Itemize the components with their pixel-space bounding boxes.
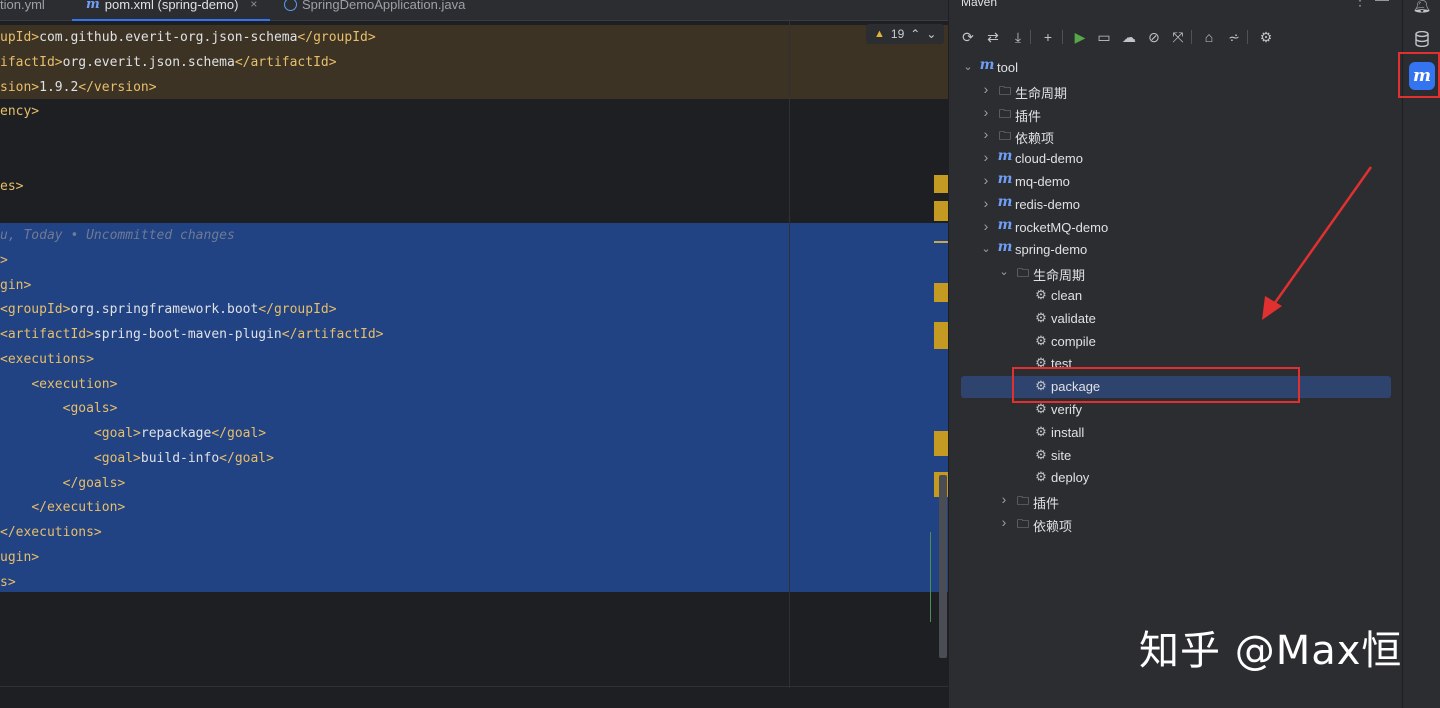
change-marker [934, 201, 948, 221]
tab-label: pom.xml (spring-demo) [104, 0, 239, 12]
xml-tag: </goals> [62, 475, 126, 491]
code-line[interactable]: ifactId>org.everit.json.schema</artifact… [0, 51, 948, 75]
warning-count: 19 [890, 27, 905, 41]
close-icon[interactable]: × [250, 0, 257, 11]
code-line[interactable]: gin> [0, 274, 948, 298]
change-marker [934, 283, 948, 302]
code-text: org.everit.json.schema [62, 54, 235, 70]
maven-tool-window: Maven ⋮ — ⟳⇄⤓+▶▭☁⊘⤧⌂⩫⚙ ⌄mtool›🗀︎生命周期›🗀︎插… [948, 0, 1403, 708]
xml-tag: gin> [0, 277, 32, 293]
xml-tag: </goal> [211, 426, 267, 441]
watermark: 知乎 @Max恒 [1139, 628, 1403, 674]
code-text: 1.9.2 [39, 79, 79, 95]
tab-pom-xml[interactable]: m pom.xml (spring-demo) × [86, 0, 257, 14]
xml-tag: </goal> [219, 450, 274, 466]
code-line[interactable]: <goals> [0, 397, 948, 421]
xml-tag: <goal> [93, 450, 141, 466]
xml-tag: <execution> [31, 376, 118, 392]
xml-tag: </executions> [0, 525, 102, 540]
xml-tag: </version> [78, 79, 157, 95]
code-line[interactable]: <execution> [0, 373, 948, 397]
change-marker [934, 322, 948, 349]
inspection-widget[interactable]: ▲ 19 ⌃ ⌄ [866, 24, 944, 44]
code-line[interactable]: u, Today • Uncommitted changes [0, 224, 948, 248]
code-editor[interactable]: upId>com.github.everit-org.json-schema</… [0, 0, 948, 708]
xml-tag: </groupId> [258, 302, 337, 318]
code-text: org.springframework.boot [70, 302, 259, 318]
xml-tag: <goal> [93, 426, 141, 441]
code-line[interactable]: <artifactId>spring-boot-maven-plugin</ar… [0, 323, 948, 347]
xml-tag: sion> [0, 79, 40, 95]
code-text: spring-boot-maven-plugin [93, 327, 282, 342]
code-line[interactable]: <groupId>org.springframework.boot</group… [0, 298, 948, 322]
code-line[interactable]: <executions> [0, 348, 948, 372]
tab-label: SpringDemoApplication.java [302, 0, 466, 12]
xml-tag: ugin> [0, 549, 40, 565]
code-line[interactable]: ency> [0, 100, 948, 124]
xml-tag: > [0, 252, 8, 268]
tab-spring-demo-application[interactable]: SpringDemoApplication.java [284, 0, 465, 14]
xml-tag: <executions> [0, 351, 94, 367]
xml-tag: s> [0, 574, 16, 590]
code-line[interactable]: </goals> [0, 472, 948, 496]
code-line[interactable]: upId>com.github.everit-org.json-schema</… [0, 26, 948, 50]
xml-tag: </artifactId> [281, 327, 384, 342]
java-class-icon [284, 0, 297, 11]
code-text: com.github.everit-org.json-schema [39, 30, 298, 45]
next-highlight-icon[interactable]: ⌄ [926, 27, 936, 41]
change-marker [934, 431, 948, 456]
xml-tag: ency> [0, 104, 40, 120]
editor-bottom-border [0, 686, 948, 687]
editor-scrollbar[interactable] [939, 475, 947, 658]
xml-tag: upId> [0, 30, 40, 45]
code-line[interactable]: es> [0, 175, 948, 199]
code-text: repackage [140, 426, 212, 441]
code-line[interactable]: </execution> [0, 496, 948, 520]
maven-file-icon: m [86, 0, 100, 12]
right-tool-strip: 🔔︎ m [1398, 0, 1440, 708]
arrow-head [1262, 296, 1282, 320]
tab-label: tion.yml [0, 0, 45, 12]
code-line[interactable]: sion>1.9.2</version> [0, 76, 948, 100]
change-marker [934, 175, 948, 193]
xml-tag: <artifactId> [0, 327, 94, 342]
code-line[interactable]: </executions> [0, 521, 948, 545]
database-icon[interactable] [1411, 28, 1433, 50]
active-tab-indicator [72, 19, 270, 21]
arrow-shaft [1270, 166, 1373, 308]
xml-tag: ifactId> [0, 54, 63, 70]
code-line[interactable]: s> [0, 571, 948, 595]
annotation-arrow [1262, 166, 1373, 320]
added-lines-marker [930, 532, 931, 622]
xml-tag: <groupId> [0, 302, 71, 318]
code-line[interactable] [0, 150, 948, 174]
xml-tag: </artifactId> [234, 54, 337, 70]
code-line[interactable]: <goal>build-info</goal> [0, 447, 948, 471]
git-blame-annotation: u, Today • Uncommitted changes [0, 228, 235, 243]
annotation-box-maven-button [1398, 52, 1440, 98]
xml-tag: es> [0, 178, 24, 194]
code-line[interactable] [0, 125, 948, 149]
xml-tag: </execution> [31, 500, 126, 516]
bell-icon[interactable]: 🔔︎ [1411, 0, 1433, 16]
previous-highlight-icon[interactable]: ⌃ [910, 27, 920, 41]
editor-tab-bar: tion.yml m pom.xml (spring-demo) × Sprin… [0, 0, 948, 21]
warning-icon: ▲ [874, 28, 885, 40]
code-line[interactable] [0, 199, 948, 223]
code-line[interactable]: ugin> [0, 546, 948, 570]
change-marker [934, 241, 948, 243]
xml-tag: <goals> [62, 401, 118, 417]
code-text: build-info [140, 450, 220, 466]
code-line[interactable]: > [0, 249, 948, 273]
code-line[interactable]: <goal>repackage</goal> [0, 422, 948, 446]
tab-application-yml[interactable]: tion.yml [0, 0, 45, 14]
xml-tag: </groupId> [297, 30, 376, 45]
